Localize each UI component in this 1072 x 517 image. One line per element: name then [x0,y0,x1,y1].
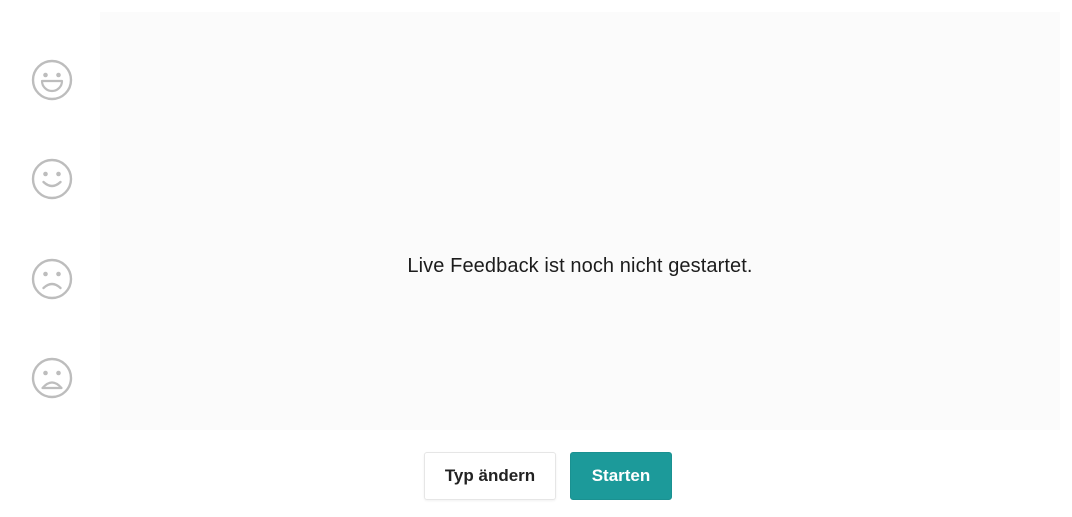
change-type-button[interactable]: Typ ändern [424,452,556,500]
happy-face-icon [29,156,75,202]
action-bar: Typ ändern Starten [0,452,1072,500]
very-happy-face-icon [29,57,75,103]
sad-face-icon [29,256,75,302]
very-sad-face-icon [29,355,75,401]
feedback-chart-area [100,12,1060,430]
feedback-status-message: Live Feedback ist noch nicht gestartet. [407,255,753,277]
start-button[interactable]: Starten [570,452,672,500]
live-feedback-panel: Live Feedback ist noch nicht gestartet. … [0,0,1072,517]
feedback-options-column [0,0,100,440]
